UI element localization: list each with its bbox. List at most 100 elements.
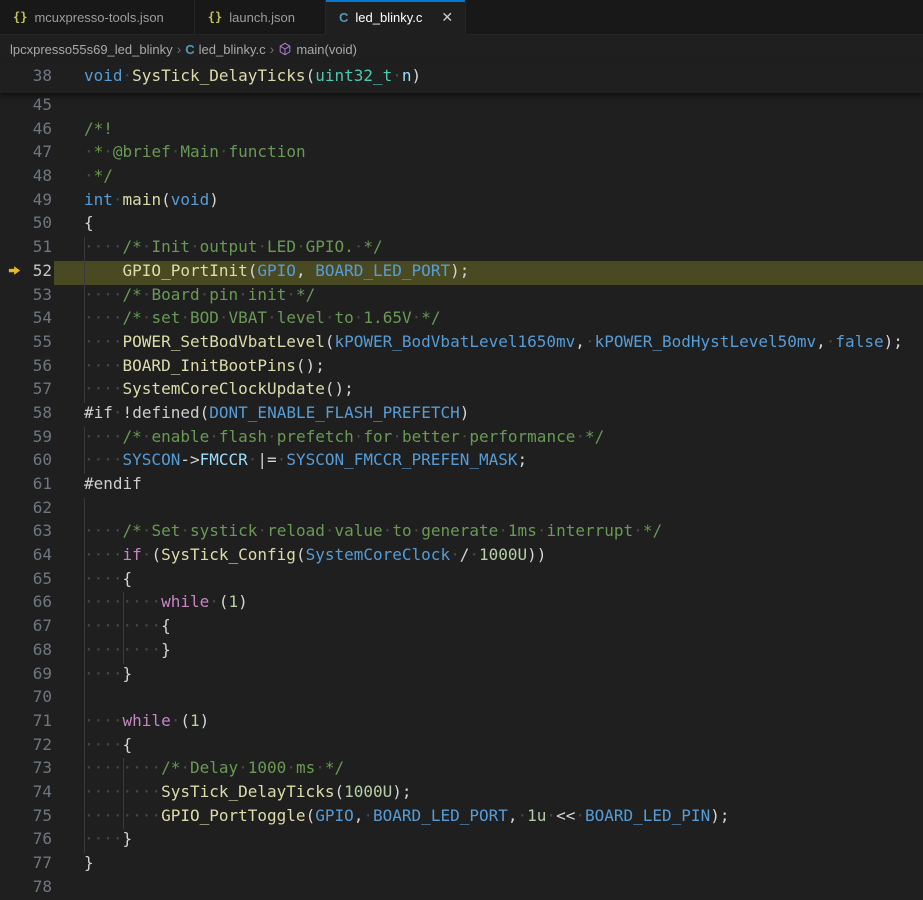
glyph-margin[interactable]: [0, 95, 28, 119]
line-number[interactable]: 47: [28, 142, 54, 166]
glyph-margin[interactable]: [0, 308, 28, 332]
line-number[interactable]: 58: [28, 403, 54, 427]
line-content[interactable]: ········GPIO_PortToggle(GPIO,·BOARD_LED_…: [54, 806, 923, 830]
line-number[interactable]: 78: [28, 877, 54, 900]
glyph-margin[interactable]: [0, 403, 28, 427]
line-content[interactable]: [54, 95, 923, 119]
line-number[interactable]: 51: [28, 237, 54, 261]
glyph-margin[interactable]: [0, 166, 28, 190]
line-number[interactable]: 73: [28, 758, 54, 782]
line-content[interactable]: ····POWER_SetBodVbatLevel(kPOWER_BodVbat…: [54, 332, 923, 356]
line-content[interactable]: #endif: [54, 474, 923, 498]
glyph-margin[interactable]: [0, 498, 28, 522]
glyph-margin[interactable]: [0, 379, 28, 403]
line-number[interactable]: 70: [28, 687, 54, 711]
line-number[interactable]: 63: [28, 521, 54, 545]
line-content[interactable]: ····SYSCON->FMCCR·|=·SYSCON_FMCCR_PREFEN…: [54, 450, 923, 474]
line-content[interactable]: void·SysTick_DelayTicks(uint32_t·n): [54, 66, 923, 90]
line-content[interactable]: ····GPIO_PortInit(GPIO,·BOARD_LED_PORT);: [54, 261, 923, 285]
line-number[interactable]: 69: [28, 664, 54, 688]
line-number[interactable]: 55: [28, 332, 54, 356]
glyph-margin[interactable]: [0, 853, 28, 877]
code-area[interactable]: 4546/*!47·*·@brief·Main·function48·*/49i…: [0, 93, 923, 900]
glyph-margin[interactable]: [0, 450, 28, 474]
line-number[interactable]: 50: [28, 213, 54, 237]
line-content[interactable]: [54, 877, 923, 900]
line-number[interactable]: 71: [28, 711, 54, 735]
line-number[interactable]: 68: [28, 640, 54, 664]
glyph-margin[interactable]: [0, 735, 28, 759]
line-content[interactable]: #if·!defined(DONT_ENABLE_FLASH_PREFETCH): [54, 403, 923, 427]
tab-mcuxpresso-tools.json[interactable]: {}mcuxpresso-tools.json: [0, 0, 195, 34]
glyph-margin[interactable]: [0, 545, 28, 569]
line-content[interactable]: int·main(void): [54, 190, 923, 214]
line-content[interactable]: ····/*·enable·flash·prefetch·for·better·…: [54, 427, 923, 451]
glyph-margin[interactable]: [0, 285, 28, 309]
line-number[interactable]: 61: [28, 474, 54, 498]
glyph-margin[interactable]: [0, 474, 28, 498]
line-number[interactable]: 57: [28, 379, 54, 403]
glyph-margin[interactable]: [0, 616, 28, 640]
glyph-margin[interactable]: [0, 592, 28, 616]
line-content[interactable]: ····if·(SysTick_Config(SystemCoreClock·/…: [54, 545, 923, 569]
line-content[interactable]: ········/*·Delay·1000·ms·*/: [54, 758, 923, 782]
glyph-margin[interactable]: [0, 806, 28, 830]
line-content[interactable]: ········}: [54, 640, 923, 664]
line-number[interactable]: 59: [28, 427, 54, 451]
glyph-margin[interactable]: [0, 261, 28, 285]
line-number[interactable]: 49: [28, 190, 54, 214]
glyph-margin[interactable]: [0, 213, 28, 237]
line-content[interactable]: ····SystemCoreClockUpdate();: [54, 379, 923, 403]
breadcrumb-item[interactable]: Cled_blinky.c: [185, 42, 265, 57]
line-number[interactable]: 76: [28, 829, 54, 853]
line-number[interactable]: 66: [28, 592, 54, 616]
line-number[interactable]: 77: [28, 853, 54, 877]
line-number[interactable]: 52: [28, 261, 54, 285]
glyph-margin[interactable]: [0, 782, 28, 806]
line-number[interactable]: 74: [28, 782, 54, 806]
line-content[interactable]: /*!: [54, 119, 923, 143]
line-content[interactable]: ········SysTick_DelayTicks(1000U);: [54, 782, 923, 806]
line-content[interactable]: [54, 687, 923, 711]
tab-led_blinky.c[interactable]: Cled_blinky.c✕: [326, 0, 466, 35]
line-number[interactable]: 64: [28, 545, 54, 569]
sticky-scroll[interactable]: 38void·SysTick_DelayTicks(uint32_t·n): [0, 63, 923, 93]
line-content[interactable]: {: [54, 213, 923, 237]
glyph-margin[interactable]: [0, 237, 28, 261]
glyph-margin[interactable]: [0, 877, 28, 900]
glyph-margin[interactable]: [0, 758, 28, 782]
line-content[interactable]: ····}: [54, 829, 923, 853]
glyph-margin[interactable]: [0, 142, 28, 166]
line-content[interactable]: ·*·@brief·Main·function: [54, 142, 923, 166]
glyph-margin[interactable]: [0, 190, 28, 214]
glyph-margin[interactable]: [0, 356, 28, 380]
line-number[interactable]: 56: [28, 356, 54, 380]
line-content[interactable]: ········{: [54, 616, 923, 640]
line-content[interactable]: ·*/: [54, 166, 923, 190]
line-number[interactable]: 53: [28, 285, 54, 309]
line-number[interactable]: 46: [28, 119, 54, 143]
line-number[interactable]: 48: [28, 166, 54, 190]
line-content[interactable]: ····while·(1): [54, 711, 923, 735]
glyph-margin[interactable]: [0, 427, 28, 451]
glyph-margin[interactable]: [0, 332, 28, 356]
line-content[interactable]: [54, 498, 923, 522]
line-content[interactable]: ····{: [54, 735, 923, 759]
line-number[interactable]: 38: [28, 66, 54, 90]
line-content[interactable]: ····BOARD_InitBootPins();: [54, 356, 923, 380]
line-content[interactable]: ····/*·set·BOD·VBAT·level·to·1.65V·*/: [54, 308, 923, 332]
glyph-margin[interactable]: [0, 119, 28, 143]
line-number[interactable]: 67: [28, 616, 54, 640]
glyph-margin[interactable]: [0, 66, 28, 90]
glyph-margin[interactable]: [0, 687, 28, 711]
line-content[interactable]: }: [54, 853, 923, 877]
glyph-margin[interactable]: [0, 521, 28, 545]
line-content[interactable]: ····/*·Board·pin·init·*/: [54, 285, 923, 309]
line-number[interactable]: 45: [28, 95, 54, 119]
close-tab-icon[interactable]: ✕: [441, 10, 453, 24]
glyph-margin[interactable]: [0, 829, 28, 853]
line-content[interactable]: ····/*·Set·systick·reload·value·to·gener…: [54, 521, 923, 545]
breadcrumb-item[interactable]: lpcxpresso55s69_led_blinky: [10, 42, 173, 57]
line-number[interactable]: 75: [28, 806, 54, 830]
line-content[interactable]: ········while·(1): [54, 592, 923, 616]
